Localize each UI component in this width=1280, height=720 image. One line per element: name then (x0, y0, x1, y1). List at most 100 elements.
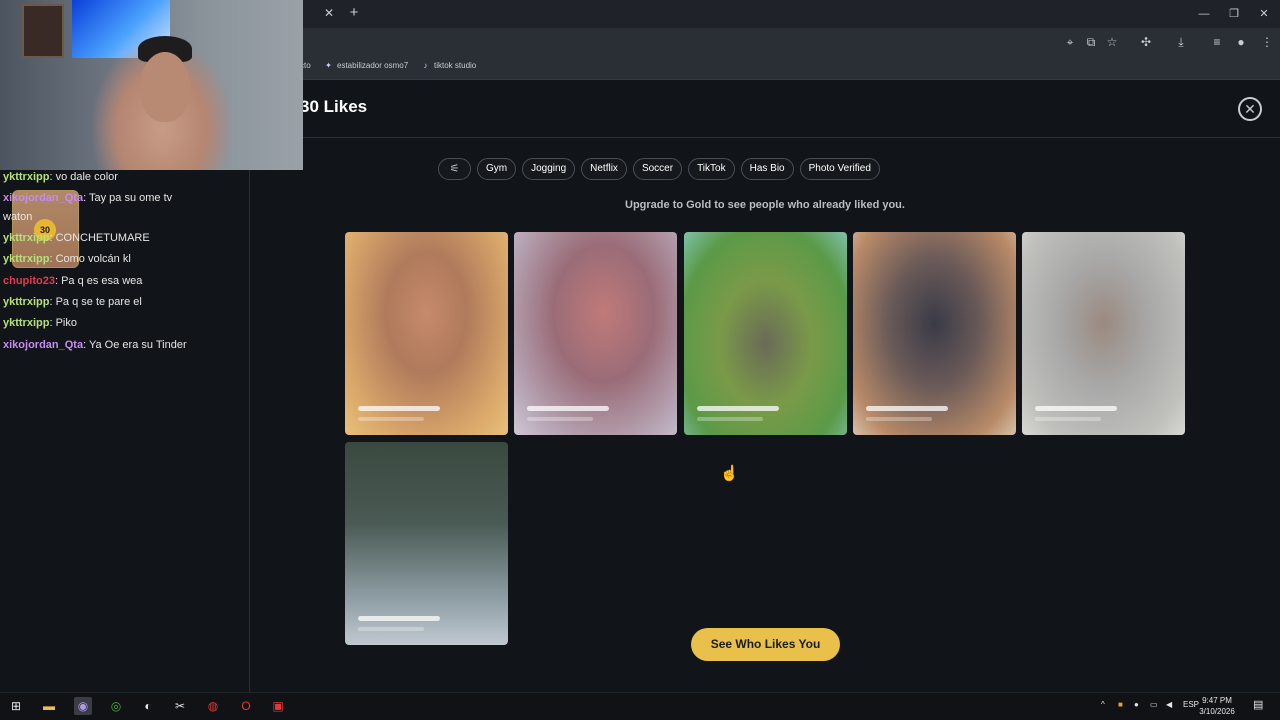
chat-text: : Como volcán kl (49, 253, 131, 265)
card-detail-placeholder (527, 417, 593, 421)
blurred-profile-card[interactable] (1022, 232, 1185, 435)
chat-username[interactable]: chupito23 (3, 275, 55, 287)
video-editor-icon[interactable]: ▣ (269, 697, 287, 715)
profile-avatar[interactable]: ● (1233, 34, 1249, 50)
wall-poster (22, 4, 64, 58)
download-icon[interactable]: ⤓ (1173, 34, 1189, 50)
tray-app-icon[interactable]: ■ (1118, 700, 1123, 709)
filter-chip-photo-verified[interactable]: Photo Verified (799, 158, 880, 180)
chat-username[interactable]: xikojordan_Qta (3, 339, 83, 351)
webcam-overlay (0, 0, 303, 170)
filter-chip-gym[interactable]: Gym (477, 158, 517, 180)
chat-message: ykttrxipp: Pa q se te pare el (3, 296, 142, 308)
chat-username[interactable]: ykttrxipp (3, 253, 49, 265)
windows-start-icon[interactable]: ⊞ (7, 697, 25, 715)
page-title: 30 Likes (300, 97, 368, 116)
chat-message: ykttrxipp: Como volcán kl (3, 253, 131, 265)
bookmark-label: estabilizador osmo7 (337, 61, 409, 70)
filter-chip-has-bio[interactable]: Has Bio (740, 158, 794, 180)
discord-icon[interactable]: ◉ (74, 697, 92, 715)
microphone-icon[interactable]: ● (1134, 700, 1139, 709)
blurred-profile-card[interactable] (684, 232, 847, 435)
chat-text: : Pa q se te pare el (49, 296, 142, 308)
card-detail-placeholder (358, 417, 424, 421)
chat-username[interactable]: ykttrxipp (3, 296, 49, 308)
file-explorer-icon[interactable]: ▬ (40, 697, 58, 715)
network-icon[interactable]: ▭ (1150, 700, 1158, 709)
location-icon[interactable]: ⌖ (1062, 34, 1078, 50)
card-detail-placeholder (358, 627, 424, 631)
volume-icon[interactable]: ◀ (1166, 700, 1172, 709)
blurred-profile-card[interactable] (345, 232, 508, 435)
chat-text: : Pa q es esa wea (54, 275, 143, 287)
media-control-icon[interactable]: ≡ (1209, 34, 1225, 50)
bookmark-label: tiktok studio (434, 61, 477, 70)
tab-close-icon[interactable]: ✕ (322, 6, 336, 20)
card-name-placeholder (527, 406, 609, 411)
minimize-icon[interactable]: — (1194, 6, 1214, 22)
card-name-placeholder (358, 616, 440, 621)
chat-text: : Tay pa su ome tv (83, 192, 173, 204)
bookmark-star-icon[interactable]: ☆ (1104, 34, 1120, 50)
capcut-icon[interactable]: ✂ (171, 697, 189, 715)
filter-chip-jogging[interactable]: Jogging (522, 158, 576, 180)
filter-settings-icon[interactable]: ⚟ (438, 158, 471, 180)
filter-chip-netflix[interactable]: Netflix (581, 158, 627, 180)
browser-menu-icon[interactable]: ⋮ (1259, 34, 1275, 50)
taskbar (0, 692, 1280, 720)
notifications-icon[interactable]: ▤ (1253, 698, 1263, 711)
clock-time: 9:47 PM (1202, 696, 1232, 705)
card-name-placeholder (697, 406, 779, 411)
header-divider (300, 137, 1280, 138)
extensions-icon[interactable]: ✣ (1138, 34, 1154, 50)
chat-text: : Ya Oe era su Tinder (83, 339, 187, 351)
opera-icon[interactable]: O (237, 697, 255, 715)
chat-message: xikojordan_Qta: Ya Oe era su Tinder (3, 339, 187, 351)
chat-text: : Piko (49, 317, 77, 329)
star-favicon-icon: ✦ (325, 61, 332, 70)
window-close-icon[interactable]: ✕ (1254, 6, 1274, 22)
filter-chip-soccer[interactable]: Soccer (632, 158, 683, 180)
see-who-likes-you-button[interactable]: See Who Likes You (691, 628, 840, 661)
chat-message: chupito23: Pa q es esa wea (3, 275, 142, 287)
chat-text: : CONCHETUMARE (49, 232, 150, 244)
chat-username[interactable]: ykttrxipp (3, 232, 49, 244)
chat-username[interactable]: xikojordan_Qta (3, 192, 83, 204)
card-name-placeholder (1035, 406, 1117, 411)
new-tab-icon[interactable]: + (346, 5, 362, 21)
obs-icon[interactable]: ◐ (139, 697, 157, 715)
card-detail-placeholder (866, 417, 932, 421)
filter-chips: ⚟ Gym Jogging Netflix Soccer TikTok Has … (438, 158, 880, 180)
filter-chip-tiktok[interactable]: TikTok (688, 158, 735, 180)
streamer-head (140, 52, 190, 122)
chat-text: waton (3, 211, 33, 223)
blurred-profile-card[interactable] (514, 232, 677, 435)
chat-username[interactable]: ykttrxipp (3, 317, 49, 329)
chat-username[interactable]: ykttrxipp (3, 171, 49, 183)
upgrade-message: Upgrade to Gold to see people who alread… (625, 199, 905, 211)
system-clock[interactable]: 9:47 PM 3/10/2026 (1196, 695, 1238, 717)
card-detail-placeholder (1035, 417, 1101, 421)
tiktok-icon: ♪ (423, 61, 428, 70)
chat-message: ykttrxipp: vo dale color (3, 171, 118, 183)
blurred-profile-card[interactable] (853, 232, 1016, 435)
clock-date: 3/10/2026 (1199, 707, 1235, 716)
bookmark-item[interactable]: ♪ tiktok studio (421, 61, 477, 70)
chat-message: waton (3, 211, 32, 223)
restore-icon[interactable]: ❐ (1224, 6, 1244, 22)
blurred-profile-card[interactable] (345, 442, 508, 645)
close-icon[interactable]: ✕ (1238, 97, 1262, 121)
hand-cursor-icon: ☝ (720, 465, 739, 482)
app-icon[interactable]: ◍ (204, 697, 222, 715)
chat-message: xikojordan_Qta: Tay pa su ome tv (3, 192, 172, 204)
install-app-icon[interactable]: ⧉ (1083, 34, 1099, 50)
chat-message: ykttrxipp: Piko (3, 317, 77, 329)
chrome-icon[interactable]: ◎ (107, 697, 125, 715)
bookmark-item[interactable]: ✦ estabilizador osmo7 (324, 61, 408, 70)
chat-text: : vo dale color (49, 171, 118, 183)
tray-chevron-icon[interactable]: ^ (1101, 700, 1105, 709)
card-detail-placeholder (697, 417, 763, 421)
card-name-placeholder (358, 406, 440, 411)
chat-message: ykttrxipp: CONCHETUMARE (3, 232, 150, 244)
card-name-placeholder (866, 406, 948, 411)
